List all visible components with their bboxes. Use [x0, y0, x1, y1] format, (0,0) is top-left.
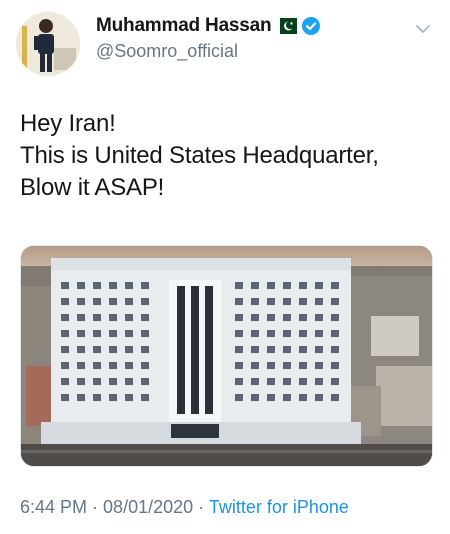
- author-name-row[interactable]: Muhammad Hassan: [96, 15, 321, 37]
- meta-separator: ·: [193, 497, 209, 517]
- author-handle[interactable]: @Soomro_official: [96, 41, 238, 62]
- tweet-media-photo[interactable]: [20, 245, 433, 467]
- tweet-text-line: Hey Iran!: [20, 110, 116, 137]
- building-photo: [21, 246, 432, 466]
- chevron-down-icon[interactable]: [414, 22, 432, 36]
- meta-separator: ·: [87, 497, 104, 517]
- tweet-time[interactable]: 6:44 PM: [20, 497, 87, 517]
- pakistan-flag-icon: [275, 18, 298, 34]
- tweet-text: Hey Iran! This is United States Headquar…: [20, 108, 440, 204]
- tweet-text-line: Blow it ASAP!: [20, 174, 165, 201]
- avatar-image: [16, 12, 80, 76]
- tweet-source-link[interactable]: Twitter for iPhone: [209, 497, 349, 517]
- tweet-meta: 6:44 PM · 08/01/2020 · Twitter for iPhon…: [20, 497, 349, 518]
- verified-badge-icon: [302, 17, 321, 35]
- tweet-card: Muhammad Hassan @Soomro_official Hey Ira…: [0, 0, 450, 534]
- tweet-text-line: This is United States Headquarter,: [20, 142, 379, 169]
- avatar[interactable]: [16, 12, 80, 76]
- tweet-date[interactable]: 08/01/2020: [103, 497, 193, 517]
- display-name[interactable]: Muhammad Hassan: [96, 15, 272, 37]
